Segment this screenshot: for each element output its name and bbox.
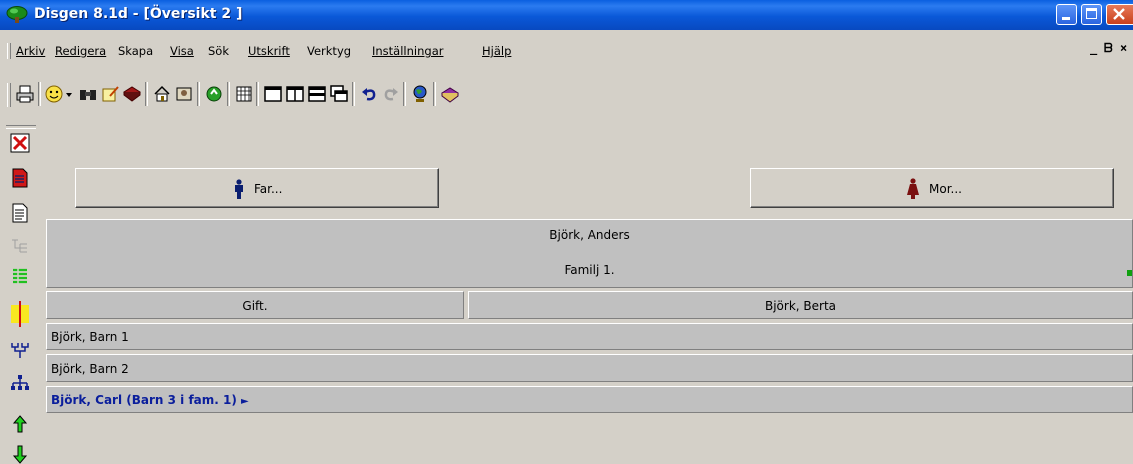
binoculars-icon[interactable] (78, 84, 98, 104)
toolbar-separator (403, 82, 406, 106)
status-indicator (1127, 270, 1132, 276)
menu-grip (7, 43, 11, 59)
mdi-close-button[interactable]: × (1120, 41, 1127, 55)
toolbar-separator (197, 82, 200, 106)
dropdown-arrow-icon[interactable] (64, 84, 74, 104)
ancestor-tree-icon[interactable] (10, 340, 30, 360)
mdi-minimize-button[interactable]: _ (1090, 41, 1097, 55)
child-name: Björk, Barn 1 (51, 330, 129, 344)
relation-label: Gift. (242, 299, 268, 313)
menu-redigera[interactable]: Redigera (55, 44, 106, 58)
father-button[interactable]: Far... (75, 168, 439, 208)
toolbar-separator (145, 82, 148, 106)
book-red-icon[interactable] (122, 84, 142, 104)
down-arrow-icon[interactable] (10, 444, 30, 464)
title-bar: Disgen 8.1d - [Översikt 2 ] (0, 0, 1133, 30)
view-split-icon[interactable] (285, 84, 305, 104)
child-name: Björk, Carl (Barn 3 i fam. 1) ► (51, 393, 249, 407)
menu-installningar[interactable]: Inställningar (372, 44, 443, 58)
close-x-icon[interactable] (10, 133, 30, 153)
descendant-tree-icon[interactable] (10, 374, 30, 394)
person-panel[interactable]: Björk, Anders Familj 1. (46, 219, 1133, 288)
view-cascade-icon[interactable] (329, 84, 349, 104)
redo-icon[interactable] (381, 84, 401, 104)
menu-arkiv[interactable]: Arkiv (16, 44, 45, 58)
father-button-label: Far... (254, 182, 283, 196)
family-label: Familj 1. (564, 263, 615, 277)
menu-sok[interactable]: Sök (208, 44, 229, 58)
left-toolbar-grip (6, 125, 36, 129)
refresh-icon[interactable] (204, 84, 224, 104)
globe-icon[interactable] (410, 84, 430, 104)
person-name: Björk, Anders (549, 228, 630, 242)
child-row[interactable]: Björk, Barn 1 (46, 323, 1133, 350)
face-icon[interactable] (44, 84, 64, 104)
mother-button[interactable]: Mor... (750, 168, 1114, 208)
child-name: Björk, Barn 2 (51, 362, 129, 376)
child-row-highlighted[interactable]: Björk, Carl (Barn 3 i fam. 1) ► (46, 386, 1133, 413)
up-arrow-icon[interactable] (10, 414, 30, 434)
yellow-list-icon[interactable] (10, 301, 30, 327)
mdi-restore-button[interactable]: ᗷ (1104, 41, 1113, 56)
home-icon[interactable] (152, 84, 172, 104)
toolbar-separator (256, 82, 259, 106)
view-single-icon[interactable] (263, 84, 283, 104)
close-icon (1113, 8, 1125, 20)
printer-icon[interactable] (15, 84, 35, 104)
child-row[interactable]: Björk, Barn 2 (46, 354, 1133, 382)
tree-app-icon (6, 6, 28, 23)
toolbar-separator (38, 82, 41, 106)
menu-visa[interactable]: Visa (170, 44, 194, 58)
maximize-button[interactable] (1081, 4, 1102, 25)
close-button[interactable] (1106, 4, 1133, 25)
toolbar-separator (352, 82, 355, 106)
spouse-name: Björk, Berta (764, 299, 837, 313)
relation-cell[interactable]: Gift. (46, 291, 464, 319)
undo-icon[interactable] (359, 84, 379, 104)
window-title: Disgen 8.1d - [Översikt 2 ] (34, 6, 243, 22)
book-purple-icon[interactable] (440, 84, 460, 104)
green-list-icon[interactable] (10, 266, 30, 286)
toolbar-grip (7, 83, 11, 107)
toolbar-separator (227, 82, 230, 106)
notes-icon[interactable] (100, 84, 120, 104)
tree-disabled-icon (12, 239, 27, 253)
spouse-cell[interactable]: Björk, Berta (468, 291, 1133, 319)
menu-hjalp[interactable]: Hjälp (482, 44, 511, 58)
menu-utskrift[interactable]: Utskrift (248, 44, 290, 58)
expand-arrow-icon: ► (241, 396, 249, 407)
menu-verktyg[interactable]: Verktyg (307, 44, 351, 58)
woman-icon (907, 178, 919, 199)
toolbar-separator (433, 82, 436, 106)
red-document-icon[interactable] (10, 168, 30, 188)
photo-icon[interactable] (174, 84, 194, 104)
document-icon[interactable] (10, 203, 30, 223)
menu-skapa[interactable]: Skapa (118, 44, 153, 58)
view-horizontal-icon[interactable] (307, 84, 327, 104)
man-icon (235, 179, 243, 199)
minimize-button[interactable] (1056, 4, 1077, 25)
calendar-icon[interactable] (234, 84, 254, 104)
mother-button-label: Mor... (929, 182, 962, 196)
